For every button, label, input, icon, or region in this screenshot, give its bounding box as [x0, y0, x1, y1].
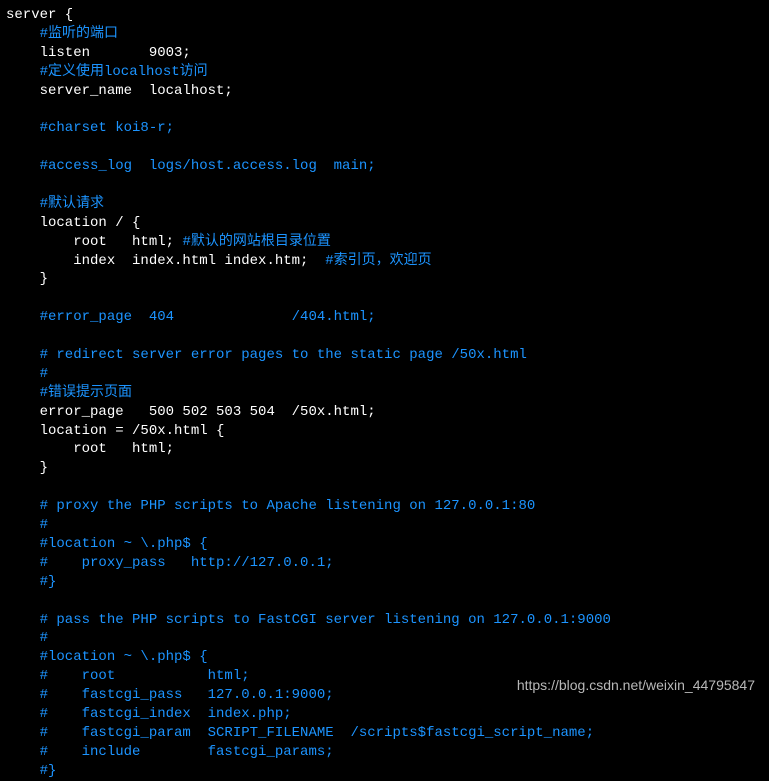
code-line: location = /50x.html {	[6, 422, 769, 441]
code-text: index index.html index.htm;	[6, 253, 325, 269]
code-text: server_name localhost;	[6, 83, 233, 99]
code-line: root html; #默认的网站根目录位置	[6, 233, 769, 252]
comment-text: #	[6, 517, 48, 533]
comment-text: #定义使用localhost访问	[6, 64, 208, 80]
comment-text: # fastcgi_param SCRIPT_FILENAME /scripts…	[6, 725, 594, 741]
code-line	[6, 478, 769, 497]
comment-text: #监听的端口	[6, 26, 118, 42]
comment-text: #	[6, 366, 48, 382]
code-text: location / {	[6, 215, 140, 231]
comment-text: # include fastcgi_params;	[6, 744, 334, 760]
code-line: #location ~ \.php$ {	[6, 648, 769, 667]
comment-text: #location ~ \.php$ {	[6, 649, 208, 665]
code-line	[6, 176, 769, 195]
code-line: }	[6, 270, 769, 289]
code-line: # pass the PHP scripts to FastCGI server…	[6, 611, 769, 630]
comment-text: #默认的网站根目录位置	[182, 234, 330, 250]
code-line: # include fastcgi_params;	[6, 743, 769, 762]
comment-text: #错误提示页面	[6, 385, 132, 401]
code-line: #	[6, 516, 769, 535]
code-line: server_name localhost;	[6, 82, 769, 101]
code-text: root html;	[6, 234, 182, 250]
code-line: # fastcgi_param SCRIPT_FILENAME /scripts…	[6, 724, 769, 743]
code-line: #错误提示页面	[6, 384, 769, 403]
comment-text: #索引页，欢迎页	[325, 253, 431, 269]
comment-text: #location ~ \.php$ {	[6, 536, 208, 552]
code-line: # fastcgi_index index.php;	[6, 705, 769, 724]
code-line: root html;	[6, 440, 769, 459]
comment-text: #}	[6, 763, 56, 779]
comment-text: # pass the PHP scripts to FastCGI server…	[6, 612, 611, 628]
code-text: error_page 500 502 503 504 /50x.html;	[6, 404, 376, 420]
comment-text: #charset koi8-r;	[6, 120, 174, 136]
code-line: index index.html index.htm; #索引页，欢迎页	[6, 252, 769, 271]
code-line: #	[6, 629, 769, 648]
comment-text: # proxy the PHP scripts to Apache listen…	[6, 498, 535, 514]
code-text: root html;	[6, 441, 174, 457]
code-line: # proxy_pass http://127.0.0.1;	[6, 554, 769, 573]
comment-text: #	[6, 630, 48, 646]
code-line	[6, 592, 769, 611]
code-line	[6, 327, 769, 346]
code-text: location = /50x.html {	[6, 423, 224, 439]
comment-text: #access_log logs/host.access.log main;	[6, 158, 376, 174]
code-line: location / {	[6, 214, 769, 233]
code-line	[6, 289, 769, 308]
code-line: # proxy the PHP scripts to Apache listen…	[6, 497, 769, 516]
code-text: listen 9003;	[6, 45, 191, 61]
code-line: # redirect server error pages to the sta…	[6, 346, 769, 365]
code-line: #error_page 404 /404.html;	[6, 308, 769, 327]
code-line: }	[6, 459, 769, 478]
comment-text: # root html;	[6, 668, 250, 684]
code-line: #默认请求	[6, 195, 769, 214]
code-text: }	[6, 460, 48, 476]
code-line: #location ~ \.php$ {	[6, 535, 769, 554]
code-line	[6, 100, 769, 119]
code-line: #}	[6, 762, 769, 781]
code-line	[6, 138, 769, 157]
code-line: #charset koi8-r;	[6, 119, 769, 138]
comment-text: # redirect server error pages to the sta…	[6, 347, 527, 363]
code-text: }	[6, 271, 48, 287]
nginx-config-code: server { #监听的端口 listen 9003; #定义使用localh…	[6, 6, 769, 781]
code-line: error_page 500 502 503 504 /50x.html;	[6, 403, 769, 422]
code-line: server {	[6, 6, 769, 25]
code-line: #	[6, 365, 769, 384]
code-line: #监听的端口	[6, 25, 769, 44]
watermark-text: https://blog.csdn.net/weixin_44795847	[517, 676, 755, 695]
comment-text: #默认请求	[6, 196, 104, 212]
comment-text: # proxy_pass http://127.0.0.1;	[6, 555, 334, 571]
comment-text: # fastcgi_index index.php;	[6, 706, 292, 722]
code-line: listen 9003;	[6, 44, 769, 63]
code-line: #}	[6, 573, 769, 592]
code-text: server {	[6, 7, 73, 23]
code-line: #access_log logs/host.access.log main;	[6, 157, 769, 176]
comment-text: #error_page 404 /404.html;	[6, 309, 376, 325]
comment-text: # fastcgi_pass 127.0.0.1:9000;	[6, 687, 334, 703]
code-line: #定义使用localhost访问	[6, 63, 769, 82]
comment-text: #}	[6, 574, 56, 590]
